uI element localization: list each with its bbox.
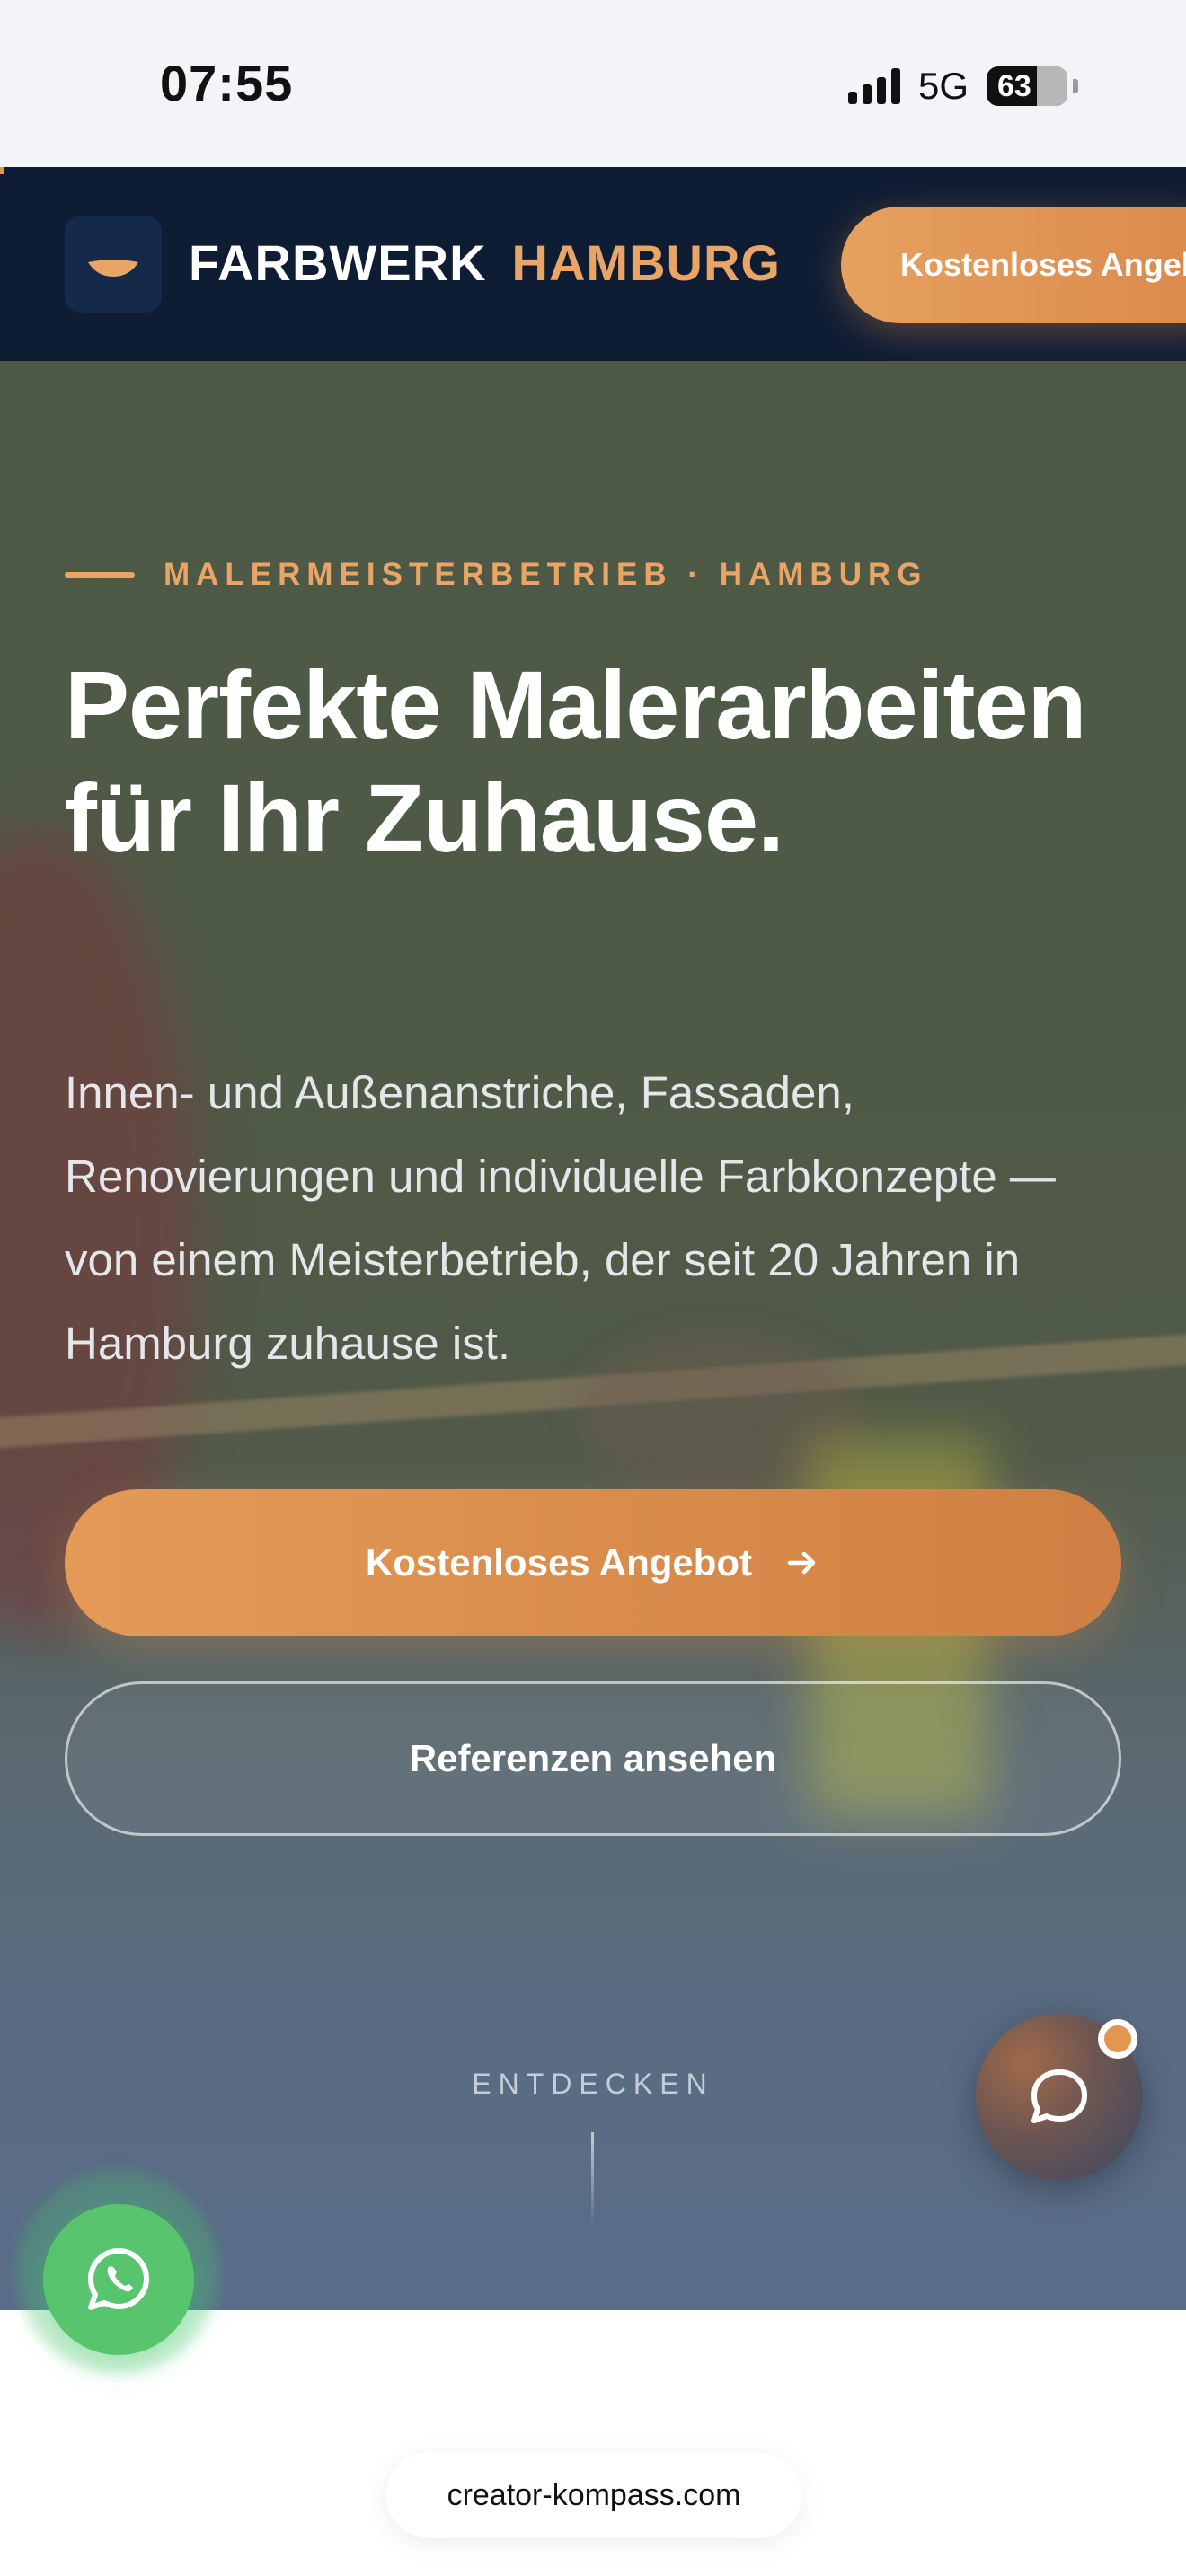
- hero-section: MALERMEISTERBETRIEB · HAMBURG Perfekte M…: [0, 361, 1186, 2310]
- status-time: 07:55: [160, 55, 294, 111]
- network-label: 5G: [917, 65, 969, 107]
- eyebrow-text: MALERMEISTERBETRIEB · HAMBURG: [164, 557, 928, 592]
- status-bar: 07:55 5G 63: [0, 0, 1186, 167]
- chat-bubble-icon: [1031, 2069, 1087, 2123]
- signal-icon: [847, 68, 900, 104]
- status-indicators: 5G 63: [847, 65, 1078, 108]
- offer-button-label: Kostenloses Angebot: [365, 1541, 753, 1584]
- header-offer-button[interactable]: Kostenloses Angebot: [841, 207, 1186, 323]
- offer-button[interactable]: Kostenloses Angebot: [65, 1489, 1121, 1636]
- chat-notification-dot: [1098, 2019, 1137, 2059]
- hero-description: Innen- und Außenanstriche, Fassaden, Ren…: [65, 1067, 1056, 1369]
- brand-primary: FARBWERK: [189, 234, 487, 291]
- header-accent: [0, 167, 4, 174]
- browser-url-bar[interactable]: creator-kompass.com: [386, 2452, 801, 2538]
- whatsapp-icon: [88, 2248, 149, 2310]
- arrow-right-icon: [787, 1551, 816, 1575]
- battery-icon: 63: [987, 66, 1067, 106]
- references-button[interactable]: Referenzen ansehen: [65, 1681, 1121, 1836]
- hero-title: Perfekte Malerarbeiten für Ihr Zuhause.: [65, 650, 1087, 872]
- site-header: FARBWERK HAMBURG Kostenloses Angebot: [0, 167, 1186, 361]
- whatsapp-button[interactable]: [43, 2204, 194, 2355]
- battery-percent: 63: [997, 68, 1031, 103]
- brand-name[interactable]: FARBWERK HAMBURG: [189, 234, 781, 292]
- brand-secondary: HAMBURG: [511, 234, 781, 291]
- scroll-indicator: [591, 2132, 594, 2226]
- hero-eyebrow: MALERMEISTERBETRIEB · HAMBURG: [65, 557, 927, 593]
- battery-tip: [1073, 79, 1078, 93]
- eyebrow-line: [65, 572, 135, 578]
- paint-drop-icon: [88, 260, 138, 277]
- logo[interactable]: [65, 216, 162, 313]
